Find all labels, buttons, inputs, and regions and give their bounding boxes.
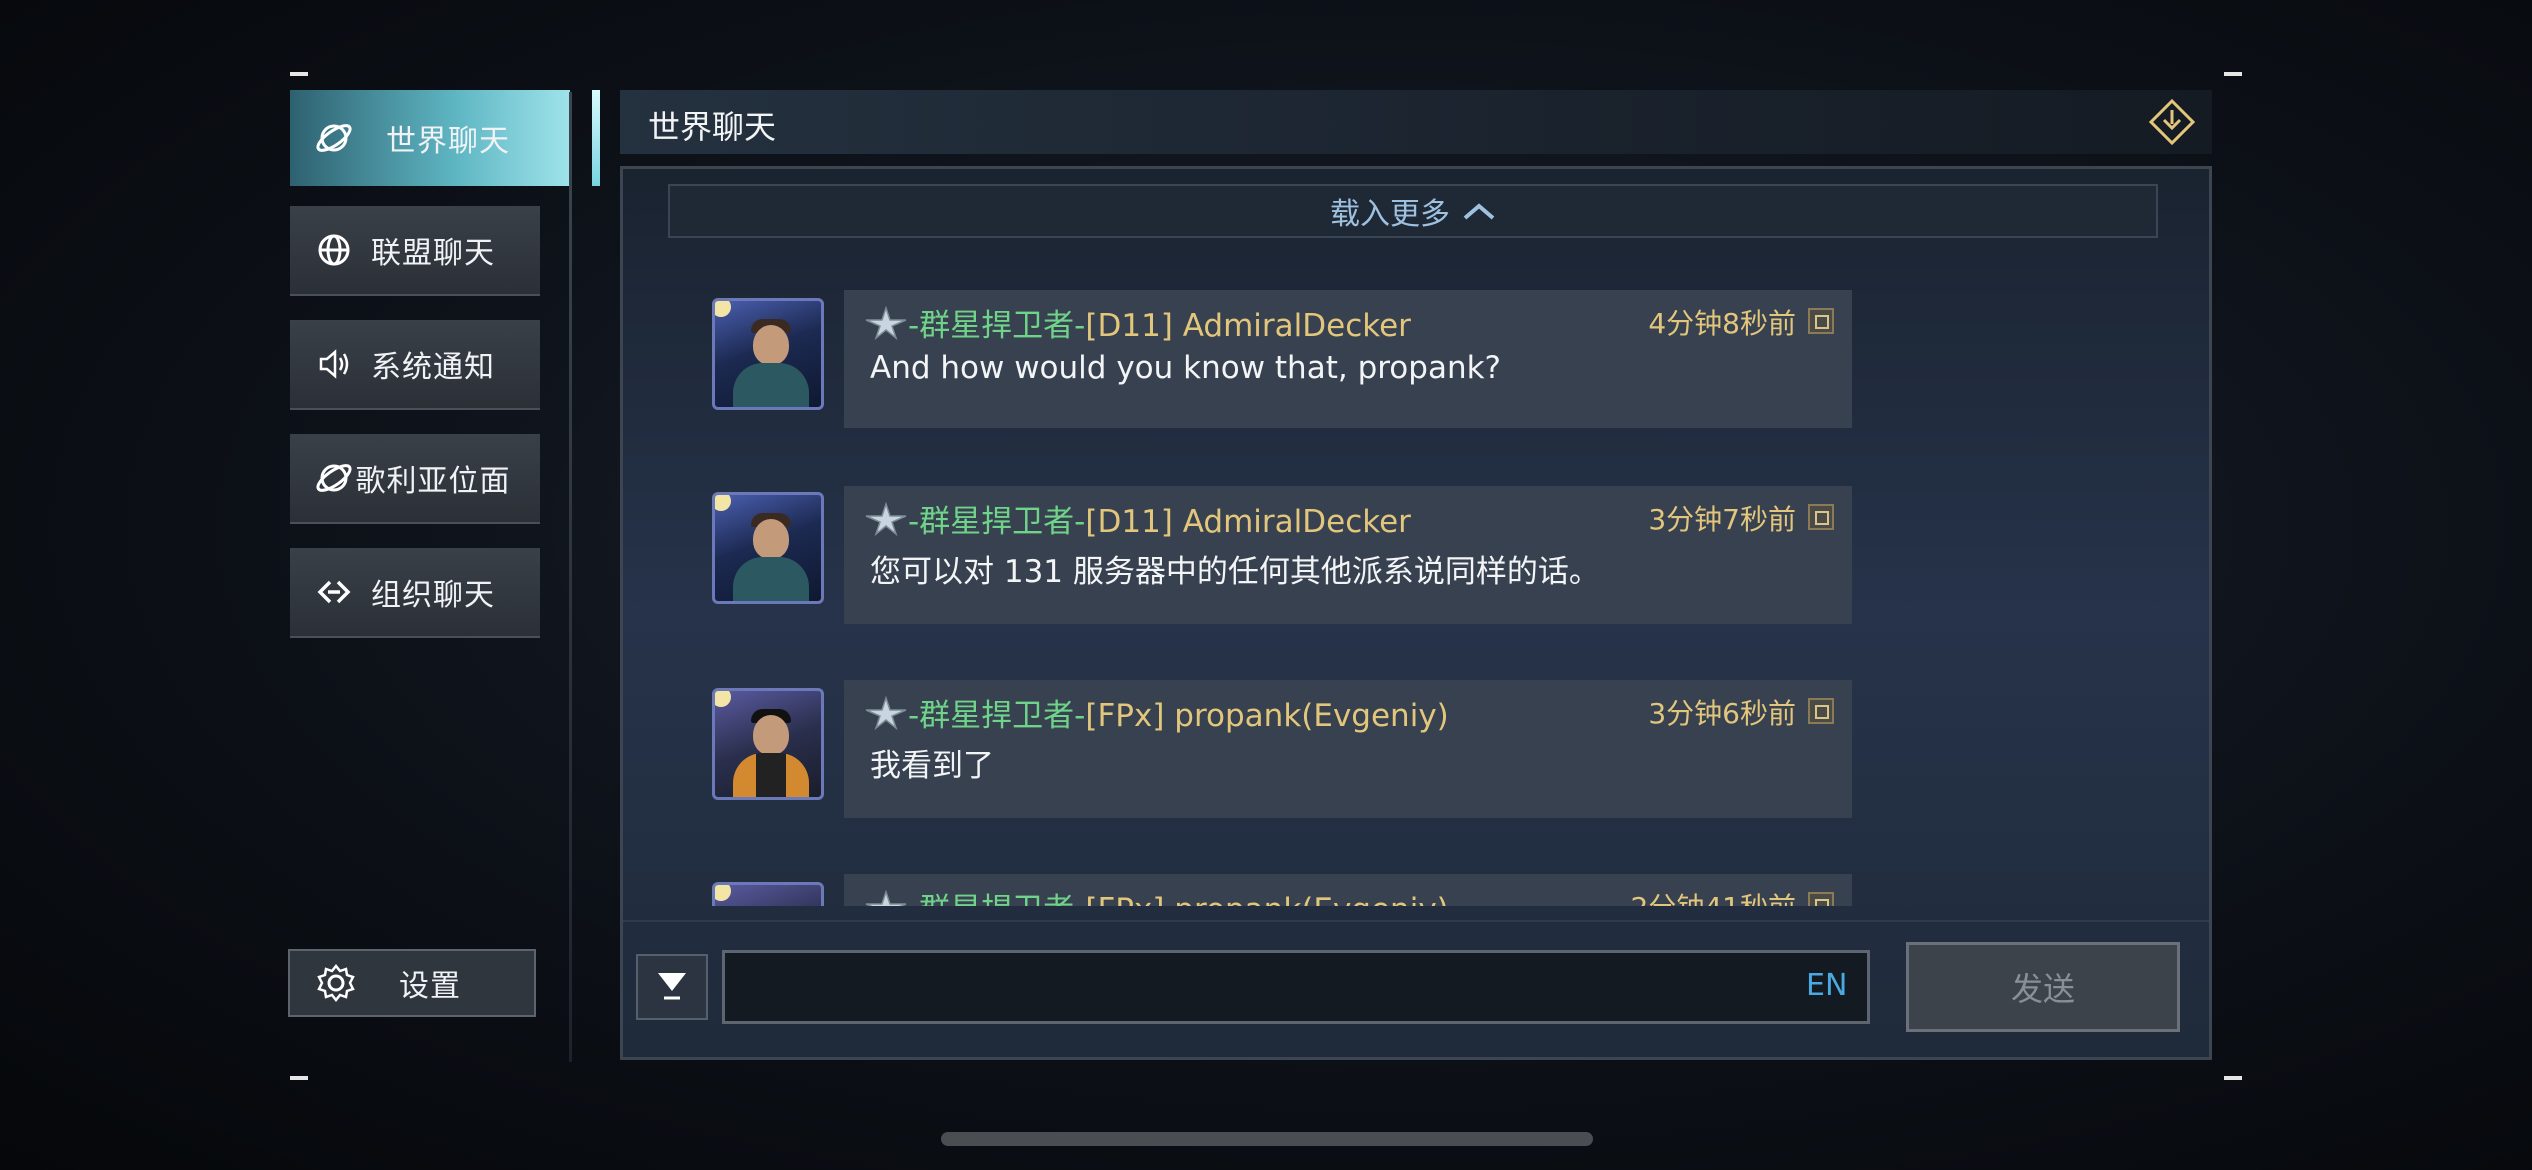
home-indicator[interactable]: [941, 1132, 1593, 1146]
guild-name: -群星捍卫者-: [908, 892, 1085, 906]
player-tag: [FPx]: [1085, 698, 1165, 734]
chat-message: -群星捍卫者-[FPx] propank(Evgeniy) 3分钟6秒前 我看到…: [620, 660, 2212, 818]
guild-emblem-icon: [864, 889, 908, 906]
collapse-button[interactable]: [636, 954, 708, 1020]
sender-line: -群星捍卫者-[FPx] propank(Evgeniy): [864, 690, 1449, 735]
message-time: 3分钟7秒前: [1648, 503, 1796, 536]
message-time: 2分钟41秒前: [1631, 886, 1796, 906]
guild-emblem-icon: [864, 305, 908, 341]
chat-message: -群星捍卫者-[D11] AdmiralDecker 3分钟7秒前 您可以对 1…: [620, 464, 2212, 624]
message-bubble[interactable]: -群星捍卫者-[FPx] propank(Evgeniy) 3分钟6秒前 我看到…: [844, 680, 1852, 818]
avatar[interactable]: [712, 882, 824, 906]
sender-line: -群星捍卫者-[D11] AdmiralDecker: [864, 300, 1411, 345]
avatar-body: [733, 557, 809, 601]
guild-emblem-icon: [864, 501, 908, 537]
composer-divider: [623, 920, 2209, 922]
chat-input[interactable]: [722, 950, 1870, 1024]
guild-name: -群星捍卫者-: [908, 308, 1086, 344]
player-tag: [D11]: [1085, 504, 1173, 540]
player-tag: [D11]: [1085, 308, 1173, 344]
status-dot: [715, 885, 731, 901]
guild-emblem-icon: [864, 695, 908, 731]
sidebar-item-alliance-chat[interactable]: 联盟聊天: [290, 206, 540, 296]
sidebar-item-label: 系统通知: [371, 350, 495, 385]
message-time: 4分钟8秒前: [1648, 307, 1796, 340]
copy-icon[interactable]: [1808, 308, 1834, 334]
avatar-face: [753, 715, 789, 755]
avatar[interactable]: [712, 298, 824, 410]
chat-message: -群星捍卫者-[FPx] propank(Evgeniy) 2分钟41秒前: [620, 854, 2212, 906]
player-tag: [FPx]: [1085, 892, 1164, 906]
message-text: 我看到了: [870, 748, 994, 784]
status-dot: [715, 301, 731, 317]
message-bubble[interactable]: -群星捍卫者-[FPx] propank(Evgeniy) 2分钟41秒前: [844, 874, 1852, 906]
guild-name: -群星捍卫者-: [908, 698, 1086, 734]
copy-icon[interactable]: [1808, 504, 1834, 530]
copy-icon[interactable]: [1808, 698, 1834, 724]
message-text: And how would you know that, propank?: [870, 350, 1502, 386]
page-title: 世界聊天: [648, 108, 777, 146]
player-name[interactable]: AdmiralDecker: [1183, 308, 1411, 344]
player-name[interactable]: propank(Evgeniy): [1174, 892, 1448, 906]
avatar-face: [753, 325, 789, 365]
player-name[interactable]: AdmiralDecker: [1183, 504, 1411, 540]
corner-marker: [2224, 1076, 2242, 1080]
load-more-label: 载入更多: [1330, 197, 1450, 232]
message-time: 3分钟6秒前: [1648, 697, 1796, 730]
player-name[interactable]: propank(Evgeniy): [1174, 698, 1448, 734]
message-bubble[interactable]: -群星捍卫者-[D11] AdmiralDecker 3分钟7秒前 您可以对 1…: [844, 486, 1852, 624]
sender-line: -群星捍卫者-[D11] AdmiralDecker: [864, 496, 1411, 541]
sender-line: -群星捍卫者-[FPx] propank(Evgeniy): [864, 884, 1449, 906]
sidebar-item-label: 组织聊天: [371, 578, 495, 613]
sidebar-item-label: 世界聊天: [386, 124, 510, 159]
guild-name: -群星捍卫者-: [908, 504, 1086, 540]
chat-header: 世界聊天: [620, 90, 2212, 154]
chevron-up-icon: [1462, 201, 1496, 221]
send-button[interactable]: 发送: [1906, 942, 2180, 1032]
avatar[interactable]: [712, 492, 824, 604]
avatar-body: [733, 753, 809, 797]
message-list[interactable]: -群星捍卫者-[D11] AdmiralDecker 4分钟8秒前 And ho…: [620, 270, 2212, 906]
corner-marker: [290, 72, 308, 76]
avatar-body: [733, 363, 809, 407]
sidebar-item-org-chat[interactable]: 组织聊天: [290, 548, 540, 638]
settings-label: 设置: [399, 969, 461, 1004]
sidebar-item-system-notice[interactable]: 系统通知: [290, 320, 540, 410]
avatar-face: [753, 519, 789, 559]
sidebar-item-label: 联盟聊天: [371, 236, 495, 271]
chat-message: -群星捍卫者-[D11] AdmiralDecker 4分钟8秒前 And ho…: [620, 270, 2212, 428]
message-bubble[interactable]: -群星捍卫者-[D11] AdmiralDecker 4分钟8秒前 And ho…: [844, 290, 1852, 428]
sidebar-divider: [569, 92, 572, 1062]
sidebar-item-goliath-plane[interactable]: 歌利亚位面: [290, 434, 540, 524]
sidebar-item-world-chat[interactable]: 世界聊天: [290, 90, 600, 186]
status-dot: [715, 691, 731, 707]
triangle-down-icon: [652, 965, 692, 1009]
sidebar-item-label: 歌利亚位面: [355, 464, 511, 499]
load-more-button[interactable]: 载入更多: [668, 184, 2158, 238]
settings-button[interactable]: 设置: [288, 949, 536, 1017]
language-toggle[interactable]: EN: [1806, 968, 1847, 1003]
avatar[interactable]: [712, 688, 824, 800]
corner-marker: [2224, 72, 2242, 76]
corner-marker: [290, 1076, 308, 1080]
message-text: 您可以对 131 服务器中的任何其他派系说同样的话。: [870, 554, 1600, 590]
diamond-nav-icon[interactable]: [2148, 98, 2196, 146]
copy-icon[interactable]: [1808, 892, 1834, 906]
status-dot: [715, 495, 731, 511]
